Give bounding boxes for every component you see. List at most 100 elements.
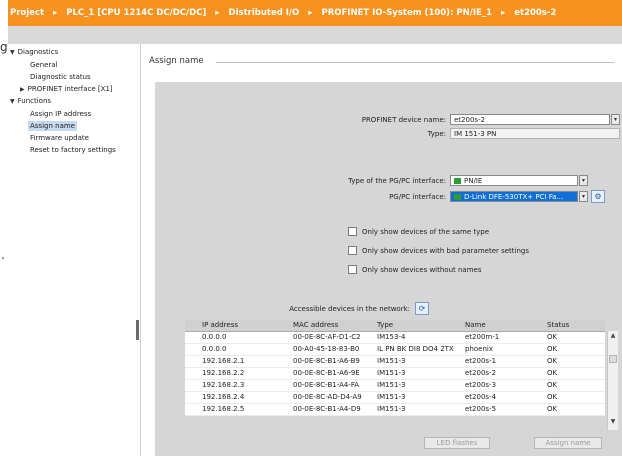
- breadcrumb-separator: ▸: [53, 8, 58, 18]
- ip-cell: 192.168.2.4: [202, 393, 245, 401]
- navigation-tree: ▼ Diagnostics General Diagnostic status ▶…: [8, 44, 141, 456]
- name-cell: et200m-1: [465, 333, 500, 341]
- bad-params-checkbox[interactable]: [348, 246, 357, 255]
- without-names-label: Only show devices without names: [362, 266, 482, 274]
- scroll-down-icon[interactable]: ▼: [608, 417, 618, 427]
- table-row[interactable]: 0.0.0.0 00-0E-8C-AF-D1-C2 IM153-4 et200m…: [185, 332, 605, 344]
- status-cell: OK: [547, 333, 558, 341]
- nav-item-assign-name[interactable]: Assign name: [28, 121, 77, 131]
- mac-cell: 00-0E-8C-B1-A6-B9: [293, 357, 360, 365]
- device-name-label: PROFINET device name:: [361, 116, 446, 124]
- ip-cell: 192.168.2.2: [202, 369, 245, 377]
- column-header-name[interactable]: Name: [465, 320, 539, 331]
- nav-item-firmware-update[interactable]: Firmware update: [30, 134, 89, 142]
- breadcrumb-plc[interactable]: PLC_1 [CPU 1214C DC/DC/DC]: [66, 0, 206, 26]
- status-cell: OK: [547, 381, 558, 389]
- column-header-type[interactable]: Type: [377, 320, 463, 331]
- bad-params-label: Only show devices with bad parameter set…: [362, 247, 530, 255]
- column-header-ip[interactable]: IP address: [202, 320, 292, 331]
- accessible-devices-table: IP address MAC address Type Name Status …: [185, 320, 605, 416]
- nav-item-reset-factory[interactable]: Reset to factory settings: [30, 146, 116, 154]
- pgpc-type-label: Type of the PG/PC interface:: [348, 177, 446, 185]
- ip-cell: 192.168.2.5: [202, 405, 245, 413]
- name-cell: et200s-1: [465, 357, 497, 365]
- network-card-icon: [454, 194, 461, 200]
- type-cell: IM151-3: [377, 405, 406, 413]
- edge-glyph-mid: .: [1, 248, 5, 262]
- ip-cell: 0.0.0.0: [202, 345, 227, 353]
- status-cell: OK: [547, 345, 558, 353]
- left-edge: g .: [0, 0, 8, 456]
- mac-cell: 00-0E-8C-AD-D4-A9: [293, 393, 362, 401]
- assign-name-button[interactable]: Assign name: [534, 437, 602, 449]
- breadcrumb-device[interactable]: et200s-2: [514, 0, 556, 26]
- pgpc-interface-select[interactable]: D-Link DFE-530TX+ PCI Fa...: [450, 191, 578, 202]
- edge-glyph-top: g: [0, 40, 8, 54]
- breadcrumb-separator: ▸: [500, 8, 506, 18]
- nav-item-assign-ip[interactable]: Assign IP address: [30, 110, 91, 118]
- pgpc-type-value: PN/IE: [464, 177, 483, 185]
- network-icon: [454, 178, 461, 184]
- table-scrollbar[interactable]: ▲ ▼: [607, 331, 618, 430]
- type-cell: IL PN BK DI8 DO4 2TX: [377, 345, 454, 353]
- same-type-checkbox[interactable]: [348, 227, 357, 236]
- nav-item-diagnostic-status[interactable]: Diagnostic status: [30, 73, 91, 81]
- breadcrumb-io-system[interactable]: PROFINET IO-System (100): PN/IE_1: [321, 0, 492, 26]
- table-row[interactable]: 192.168.2.3 00-0E-8C-B1-A4-FA IM151-3 et…: [185, 380, 605, 392]
- status-cell: OK: [547, 393, 558, 401]
- nav-item-profinet-interface[interactable]: ▶ PROFINET interface [X1]: [20, 85, 113, 93]
- collapse-arrow-icon[interactable]: ▶: [20, 86, 25, 93]
- name-cell: et200s-4: [465, 393, 497, 401]
- led-flashes-button[interactable]: LED flashes: [424, 437, 490, 449]
- section-divider: [216, 62, 614, 63]
- breadcrumb-distributed-io[interactable]: Distributed I/O: [229, 0, 300, 26]
- chevron-down-icon[interactable]: ▾: [579, 191, 588, 202]
- type-cell: IM151-3: [377, 369, 406, 377]
- pgpc-interface-value: D-Link DFE-530TX+ PCI Fa...: [464, 193, 564, 201]
- pane-splitter-handle[interactable]: [136, 320, 139, 340]
- section-title: Assign name: [149, 56, 204, 66]
- type-cell: IM153-4: [377, 333, 406, 341]
- nav-label: Functions: [17, 97, 52, 105]
- without-names-checkbox[interactable]: [348, 265, 357, 274]
- table-row[interactable]: 192.168.2.2 00-0E-8C-B1-A6-9E IM151-3 et…: [185, 368, 605, 380]
- interface-settings-button[interactable]: ⚙: [591, 190, 605, 203]
- mac-cell: 00-0E-8C-B1-A6-9E: [293, 369, 360, 377]
- accessible-devices-label: Accessible devices in the network:: [289, 305, 410, 313]
- nav-label: Diagnostics: [17, 48, 59, 56]
- ip-cell: 192.168.2.3: [202, 381, 245, 389]
- toolbar-strip: [8, 26, 622, 45]
- column-header-status[interactable]: Status: [547, 320, 587, 331]
- scroll-up-icon[interactable]: ▲: [608, 331, 618, 341]
- type-cell: IM151-3: [377, 357, 406, 365]
- mac-cell: 00-0E-8C-AF-D1-C2: [293, 333, 361, 341]
- table-row[interactable]: 0.0.0.0 00-A0-45-18-83-B0 IL PN BK DI8 D…: [185, 344, 605, 356]
- nav-item-diagnostics[interactable]: ▼ Diagnostics: [10, 48, 58, 56]
- name-cell: et200s-3: [465, 381, 497, 389]
- name-cell: et200s-2: [465, 369, 497, 377]
- refresh-icon[interactable]: ⟳: [415, 302, 429, 315]
- pgpc-type-select[interactable]: PN/IE: [450, 175, 578, 186]
- breadcrumb-separator: ▸: [215, 8, 220, 18]
- table-row[interactable]: 192.168.2.4 00-0E-8C-AD-D4-A9 IM151-3 et…: [185, 392, 605, 404]
- device-name-field[interactable]: et200s-2: [450, 114, 610, 125]
- chevron-down-icon[interactable]: ▾: [579, 175, 588, 186]
- name-cell: et200s-5: [465, 405, 497, 413]
- breadcrumb: Project ▸ PLC_1 [CPU 1214C DC/DC/DC] ▸ D…: [8, 0, 622, 26]
- mac-cell: 00-0E-8C-B1-A4-FA: [293, 381, 360, 389]
- nav-item-functions[interactable]: ▼ Functions: [10, 97, 51, 105]
- breadcrumb-project[interactable]: Project: [8, 0, 44, 26]
- name-cell: phoenix: [465, 345, 493, 353]
- table-row[interactable]: 192.168.2.5 00-0E-8C-B1-A4-D9 IM151-3 et…: [185, 404, 605, 416]
- type-cell: IM151-3: [377, 381, 406, 389]
- column-header-mac[interactable]: MAC address: [293, 320, 379, 331]
- table-header: IP address MAC address Type Name Status: [185, 320, 605, 332]
- nav-item-general[interactable]: General: [30, 61, 58, 69]
- expand-arrow-icon[interactable]: ▼: [10, 49, 15, 56]
- ip-cell: 192.168.2.1: [202, 357, 245, 365]
- chevron-down-icon[interactable]: ▾: [611, 114, 620, 125]
- scroll-thumb[interactable]: [609, 355, 617, 363]
- expand-arrow-icon[interactable]: ▼: [10, 98, 15, 105]
- status-cell: OK: [547, 405, 558, 413]
- table-row[interactable]: 192.168.2.1 00-0E-8C-B1-A6-B9 IM151-3 et…: [185, 356, 605, 368]
